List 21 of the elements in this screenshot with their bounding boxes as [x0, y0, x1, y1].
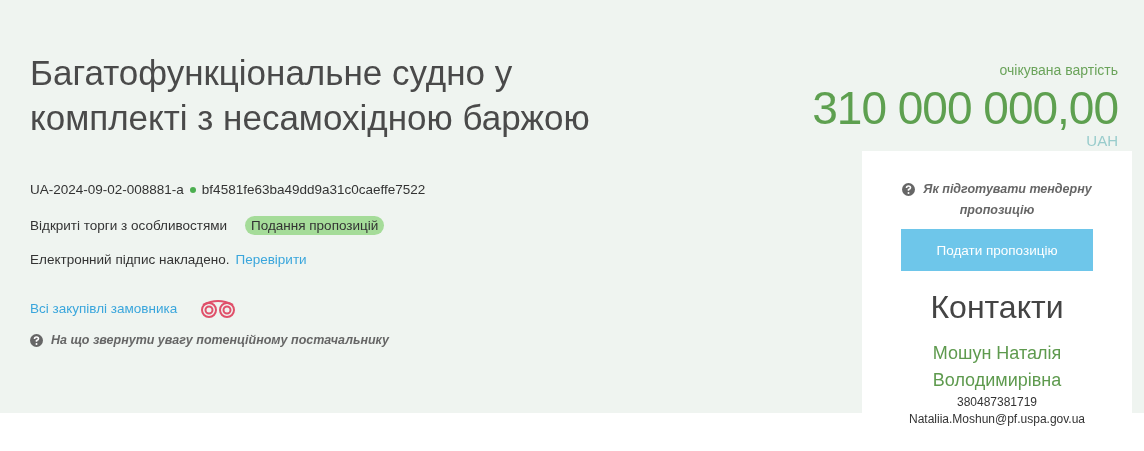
help-icon: [902, 183, 916, 197]
currency: UAH: [1086, 132, 1118, 149]
separator-dot-icon: [189, 186, 196, 193]
tender-id: UA-2024-09-02-008881-a: [30, 182, 184, 197]
contact-name: Мошун Наталія Володимирівна: [931, 342, 1063, 392]
verify-link[interactable]: Перевірити: [235, 252, 307, 267]
help-icon: [30, 333, 43, 347]
procedure-type: Відкриті торги з особливостями: [30, 218, 228, 233]
contact-email: Nataliia.Moshun@pf.uspa.gov.ua: [908, 411, 1086, 428]
status-badge: Подання пропозицій: [245, 216, 385, 235]
supplier-hint-link[interactable]: На що звернути увагу потенційному постачальнику: [51, 333, 390, 347]
signature-text: Електронний підпис накладено.: [30, 252, 230, 267]
price-label: очікувана вартість: [999, 62, 1118, 78]
submit-bid-button[interactable]: Подати пропозицію: [901, 229, 1093, 271]
bid-guide-link[interactable]: Як підготувати тендерну пропозицію: [897, 179, 1097, 221]
contact-phone: 380487381719: [956, 394, 1038, 411]
tender-hash: bf4581fe63ba49dd9a31c0caeffe7522: [201, 182, 426, 197]
price-amount: 310 000 000,00: [812, 84, 1118, 132]
buyer-procurements-link[interactable]: Всі закупівлі замовника: [30, 300, 178, 316]
tender-title: Багатофункціональне судно у комплекті з несамохідною баржою: [30, 52, 591, 139]
contacts-heading: Контакти: [930, 289, 1064, 326]
